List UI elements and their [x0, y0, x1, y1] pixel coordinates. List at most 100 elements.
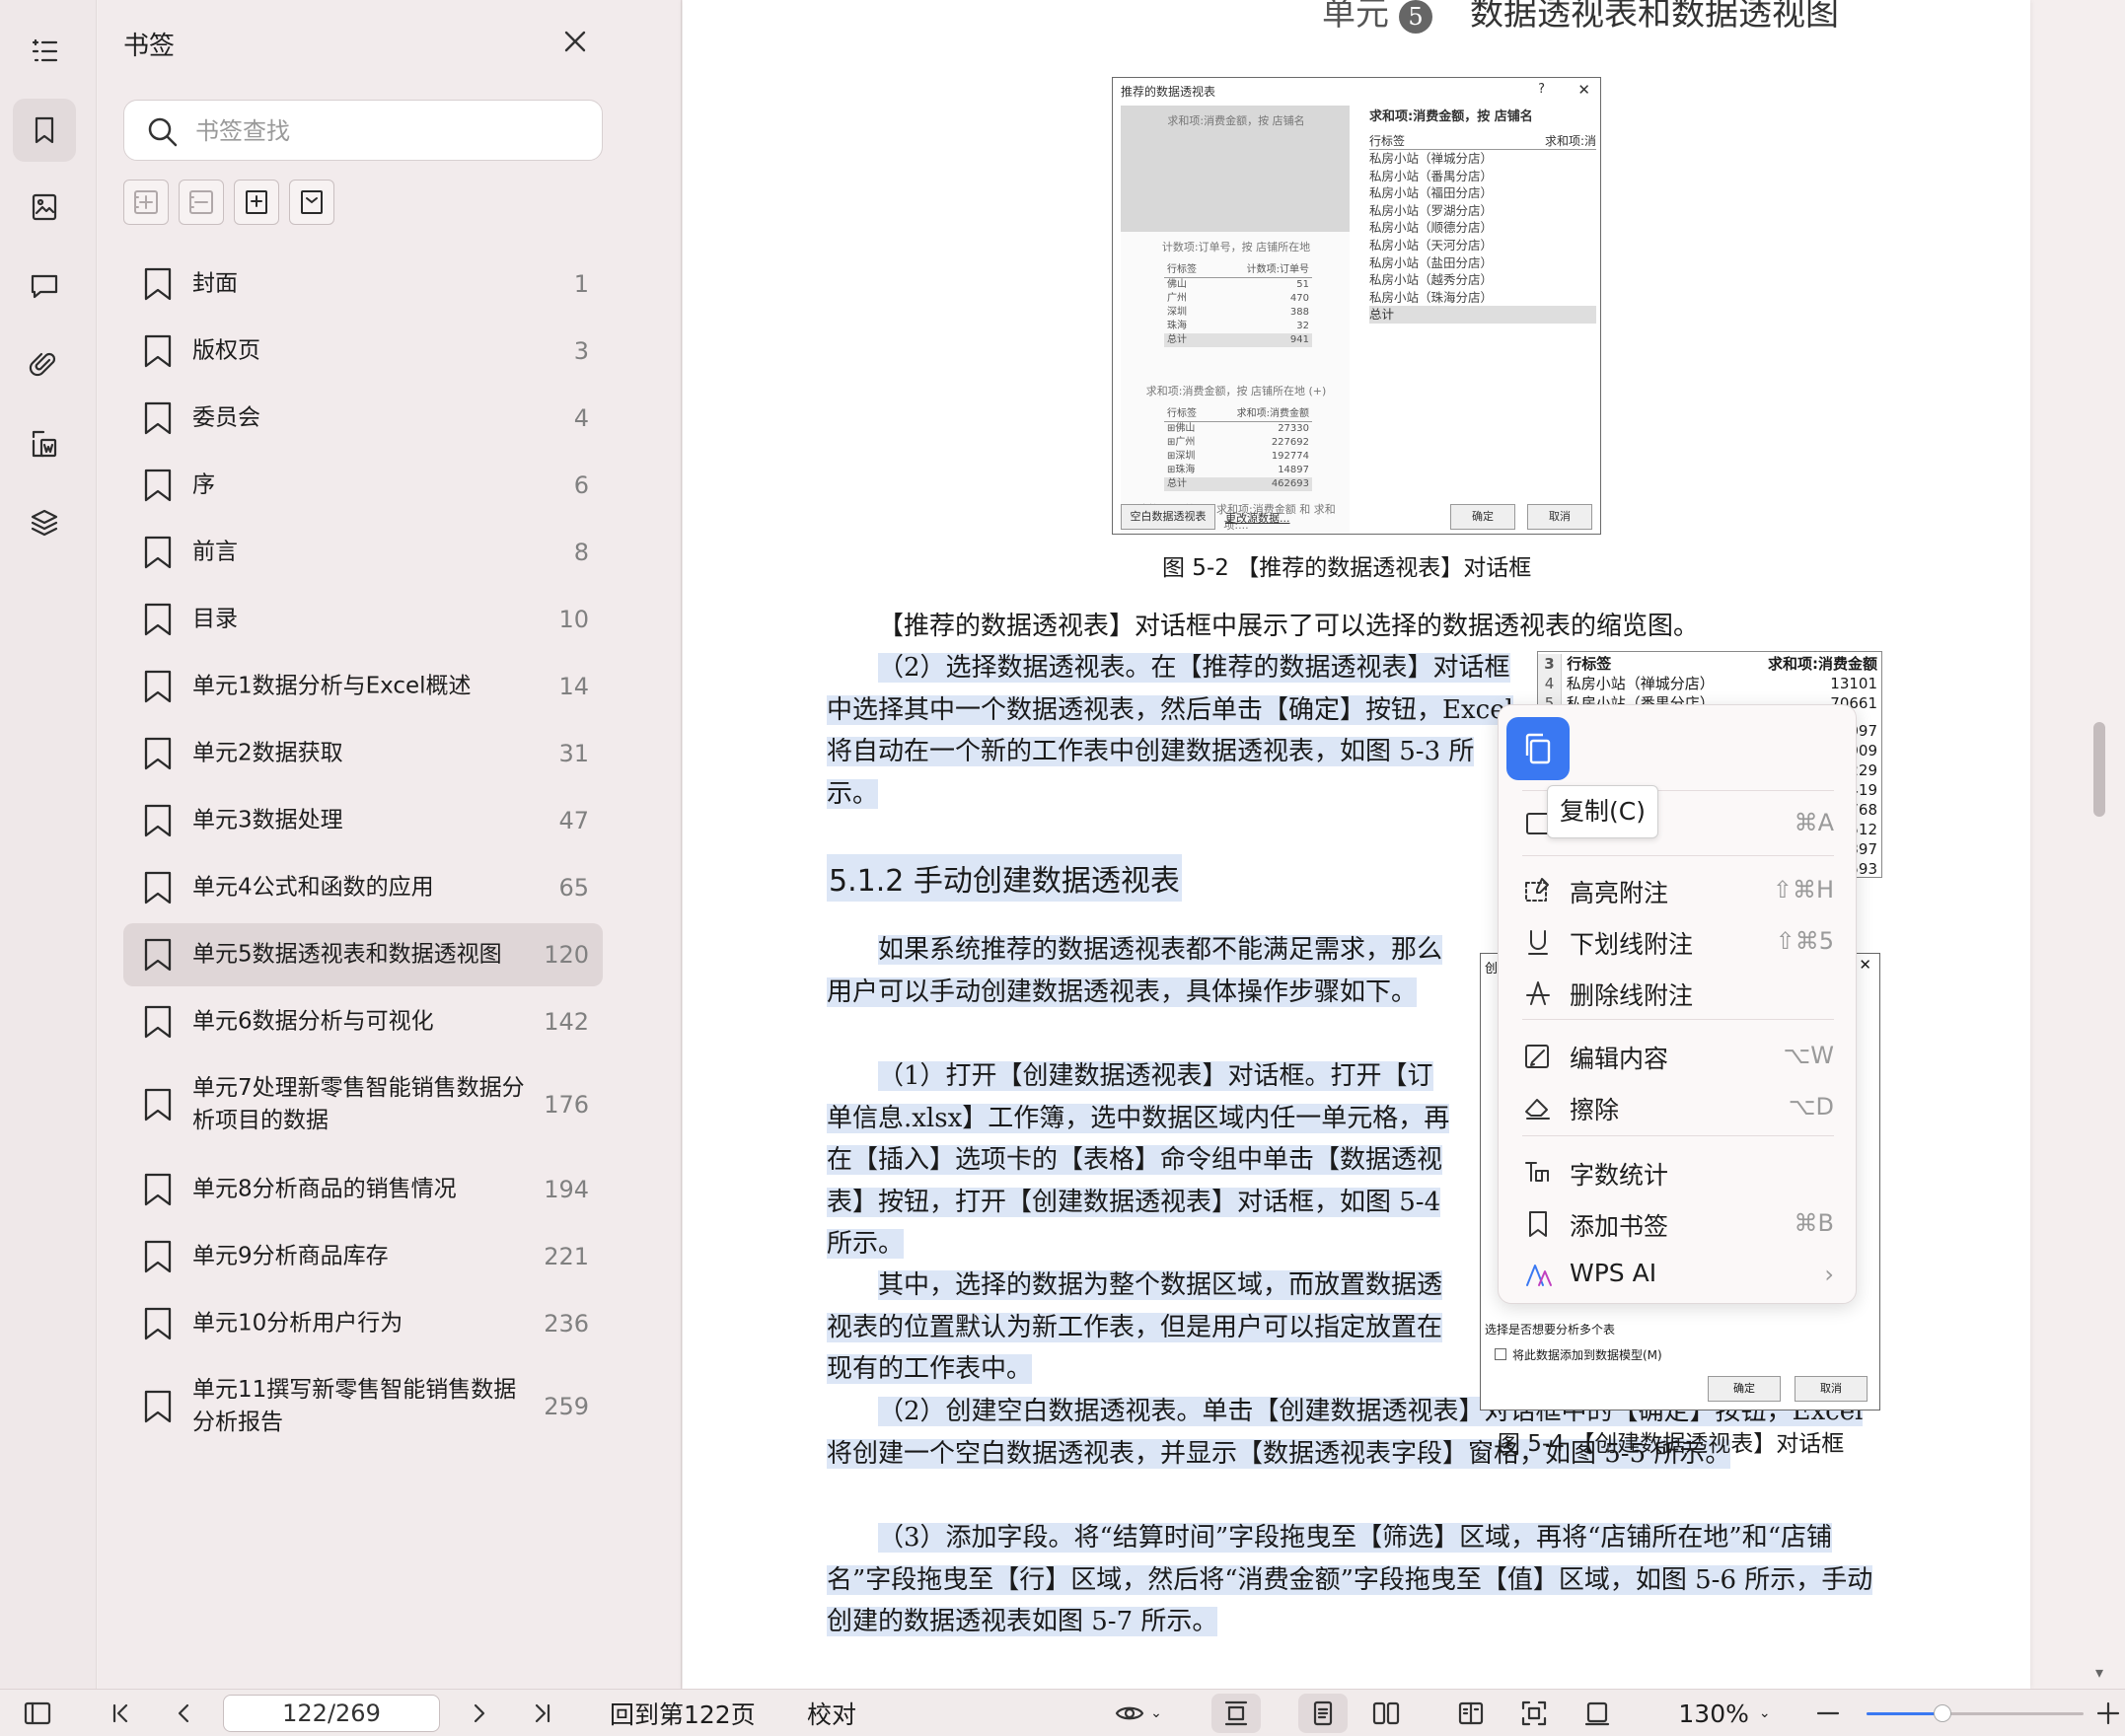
vertical-scrollbar-thumb[interactable] [2093, 722, 2105, 817]
bookmark-item[interactable]: 单元5数据透视表和数据透视图 120 [123, 923, 603, 986]
row-number: 4 [1538, 674, 1562, 693]
bookmark-item[interactable]: 版权页 3 [123, 320, 603, 383]
bookmark-page-number: 8 [573, 539, 589, 566]
menu-item-shortcut: › [1824, 1261, 1834, 1288]
bookmark-item[interactable]: 单元6数据分析与可视化 142 [123, 990, 603, 1053]
first-page-button[interactable] [101, 1690, 140, 1736]
preview-header-value: 求和项:消 [1544, 134, 1596, 148]
row-label: 私房小站（禅城分店） [1566, 675, 1715, 692]
bookmark-item[interactable]: 单元7处理新零售智能销售数据分析项目的数据 176 [123, 1057, 603, 1152]
bookmark-item[interactable]: 单元9分析商品库存 221 [123, 1225, 603, 1288]
first-page-icon [112, 1703, 128, 1723]
scroll-down-arrow[interactable]: ▾ [2088, 1663, 2111, 1683]
cell: 192774 [1271, 451, 1309, 462]
single-page-button[interactable] [1298, 1694, 1348, 1733]
bookmark-item[interactable]: 单元3数据处理 47 [123, 789, 603, 852]
paragraph-text: 【推荐的数据透视表】对话框中展示了可以选择的数据透视表的缩览图。 [878, 612, 1700, 641]
zoom-in-button[interactable] [2093, 1690, 2123, 1736]
bookmark-label: 单元3数据处理 [192, 807, 343, 833]
paragraph: （2）选择数据透视表。在【推荐的数据透视表】对话框中选择其中一个数据透视表，然后… [827, 647, 1513, 815]
add-bookmark-button[interactable] [234, 180, 279, 225]
outline-button[interactable] [13, 20, 76, 83]
menu-item[interactable]: 下划线附注 ⇧⌘5 [1499, 916, 1858, 966]
toggle-sidebar-button[interactable] [18, 1690, 57, 1736]
close-panel-button[interactable] [559, 26, 591, 57]
comment-button[interactable] [13, 254, 76, 318]
last-page-button[interactable] [523, 1690, 562, 1736]
bookmark-icon [35, 116, 54, 144]
bookmark-item[interactable]: 单元11撰写新零售智能销售数据分析报告 259 [123, 1359, 603, 1454]
fig-ok-button: 确定 [1450, 504, 1515, 530]
attachment-button[interactable] [13, 333, 76, 397]
two-page-button[interactable] [1361, 1690, 1411, 1736]
paragraph: 【推荐的数据透视表】对话框中展示了可以选择的数据透视表的缩览图。 [827, 606, 1884, 648]
thumbnail-3-caption: 求和项:消费金额，按 店铺所在地 (+) [1145, 385, 1327, 398]
bookmark-page-number: 6 [573, 471, 589, 499]
page-fit-icon [1224, 1700, 1248, 1726]
page-fit-button[interactable] [1211, 1694, 1261, 1733]
bookmark-label: 单元5数据透视表和数据透视图 [192, 941, 502, 968]
bookmark-label: 单元6数据分析与可视化 [192, 1008, 434, 1035]
menu-item[interactable]: 高亮附注 ⇧⌘H [1499, 865, 1858, 914]
book-mode-icon [1458, 1701, 1484, 1725]
next-page-button[interactable] [460, 1690, 499, 1736]
fullscreen-button[interactable] [1509, 1690, 1559, 1736]
bookmark-panel-button[interactable] [13, 99, 76, 162]
preview-total: 总计 [1369, 306, 1596, 325]
rotate-button[interactable] [1573, 1690, 1622, 1736]
eye-protection-button[interactable]: ⌄ [1107, 1690, 1170, 1736]
menu-item-shortcut: ⌥D [1788, 1093, 1834, 1121]
preview-header: 行标签 求和项:消 [1369, 132, 1596, 150]
zoom-out-button[interactable] [1811, 1690, 1845, 1736]
page-number-input[interactable] [223, 1695, 440, 1732]
previous-page-button[interactable] [164, 1690, 203, 1736]
thumbnail-3: 求和项:消费金额，按 店铺所在地 (+) 行标签 求和项:消费金额 ⊞佛山 2733… [1129, 384, 1344, 491]
bookmark-item[interactable]: 前言 8 [123, 521, 603, 584]
book-mode-button[interactable] [1446, 1690, 1496, 1736]
bookmark-item[interactable]: 序6 [123, 454, 603, 517]
chevron-right-icon [474, 1703, 485, 1723]
expand-all-button[interactable] [123, 180, 169, 225]
bookmark-item[interactable]: 委员会 4 [123, 387, 603, 450]
bookmark-search-input[interactable] [195, 110, 590, 152]
menu-separator [1522, 855, 1834, 856]
menu-item[interactable]: 编辑内容 ⌥W [1499, 1031, 1858, 1080]
extract-button[interactable] [13, 412, 76, 475]
bookmark-item[interactable]: 单元10分析用户行为 236 [123, 1292, 603, 1355]
bookmark-page-number: 194 [544, 1176, 589, 1203]
menu-item-label: 删除线附注 [1570, 981, 1694, 1010]
zoom-level: 130% [1678, 1699, 1749, 1728]
menu-item[interactable]: WPS AI › [1499, 1250, 1858, 1299]
bookmark-item[interactable]: 单元8分析商品的销售情况 194 [123, 1158, 603, 1221]
menu-item-label: 下划线附注 [1570, 930, 1694, 959]
bookmark-item[interactable]: 目录 10 [123, 588, 603, 651]
bookmark-icon [143, 1172, 173, 1207]
menu-item[interactable]: 添加书签 ⌘B [1499, 1198, 1858, 1248]
figure-recommended-pivot-dialog: 推荐的数据透视表 ? ✕ 求和项:消费金额，按 店铺名 计数项:订单号，按 店铺… [1112, 77, 1601, 535]
menu-item[interactable]: 删除线附注 [1499, 968, 1858, 1017]
zoom-slider[interactable] [1867, 1704, 2084, 1722]
panel-title: 书签 [123, 32, 176, 61]
bookmark-icon [143, 1087, 173, 1122]
menu-item-shortcut: ⇧⌘5 [1775, 927, 1834, 955]
proofread-button[interactable]: 校对 [807, 1690, 856, 1736]
menu-item[interactable]: 擦除 ⌥D [1499, 1082, 1858, 1131]
bookmark-search-box[interactable] [123, 100, 603, 161]
bookmark-item[interactable]: 单元4公式和函数的应用 65 [123, 856, 603, 919]
figure-5-4-caption: 图 5-4 【创建数据透视表】对话框 [1498, 1431, 1845, 1457]
highlight-note-icon [1522, 875, 1554, 906]
chevron-down-icon: ⌄ [1150, 1705, 1162, 1721]
bookmark-item[interactable]: 单元2数据获取 31 [123, 722, 603, 785]
thumbnail-button[interactable] [13, 176, 76, 239]
bookmark-item[interactable]: 单元1数据分析与Excel概述 14 [123, 655, 603, 718]
copy-button[interactable] [1506, 717, 1570, 780]
bookmark-add-icon [246, 190, 267, 214]
zoom-slider-handle[interactable] [1934, 1704, 1951, 1722]
remove-bookmark-button[interactable] [289, 180, 334, 225]
zoom-level-dropdown[interactable]: 130% ⌄ [1673, 1690, 1776, 1736]
layers-button[interactable] [13, 491, 76, 554]
collapse-all-button[interactable] [179, 180, 224, 225]
bookmark-item[interactable]: 封面 1 [123, 253, 603, 316]
menu-item[interactable]: 字数统计 [1499, 1147, 1858, 1196]
back-to-page-button[interactable]: 回到第122页 [610, 1690, 756, 1736]
